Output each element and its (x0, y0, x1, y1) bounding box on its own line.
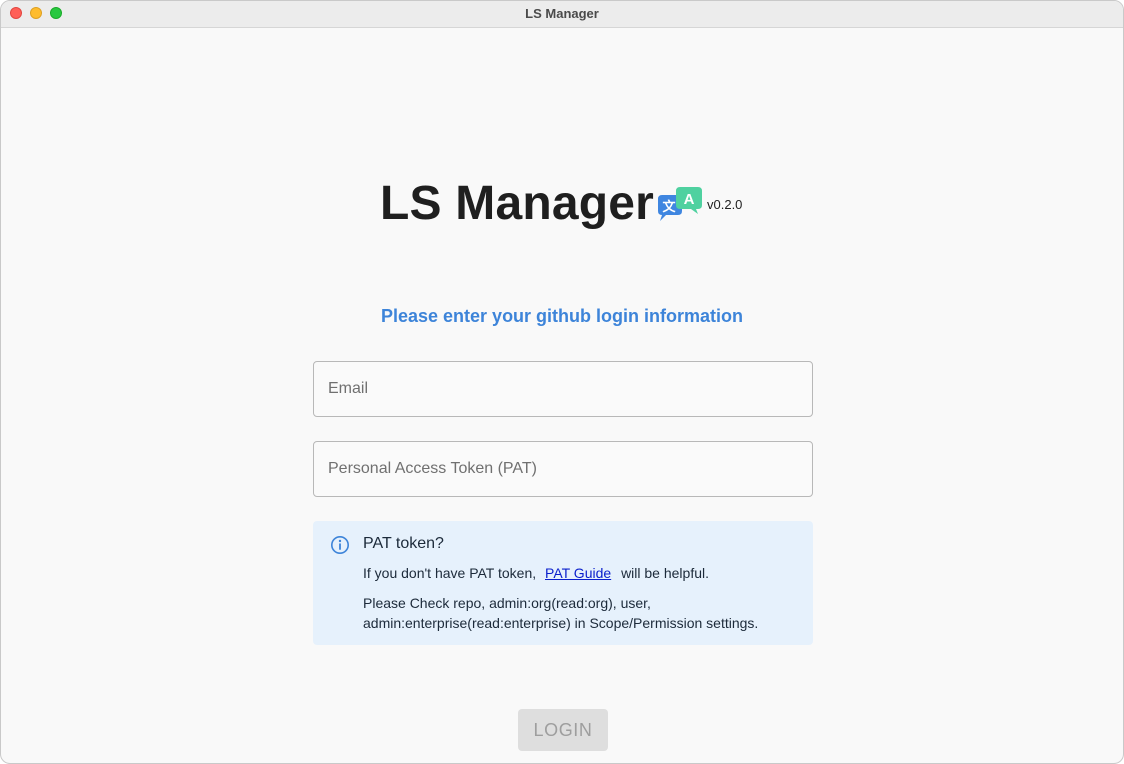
pat-info-alert: PAT token? If you don't have PAT token, … (313, 521, 813, 645)
login-button[interactable]: LOGIN (518, 709, 608, 751)
translate-icon: A 文 (658, 187, 702, 221)
email-field[interactable] (313, 361, 813, 417)
info-guide-suffix: will be helpful. (621, 565, 709, 581)
app-title: LS Manager (380, 177, 655, 230)
title-bar: LS Manager (1, 1, 1123, 28)
info-guide-text: If you don't have PAT token, PAT Guide w… (363, 565, 709, 581)
email-input[interactable] (314, 362, 812, 416)
window-title: LS Manager (525, 6, 599, 21)
info-icon (331, 536, 349, 554)
pat-field[interactable] (313, 441, 813, 497)
svg-text:A: A (684, 191, 695, 208)
pat-input[interactable] (314, 442, 812, 496)
info-guide-prefix: If you don't have PAT token, (363, 565, 537, 581)
pat-guide-link[interactable]: PAT Guide (545, 565, 611, 581)
app-window: LS Manager LS Manager A 文 v0.2.0 Please … (0, 0, 1124, 764)
info-title: PAT token? (363, 535, 444, 552)
svg-text:文: 文 (662, 199, 676, 215)
info-scope-text: Please Check repo, admin:org(read:org), … (363, 595, 759, 631)
login-page: LS Manager A 文 v0.2.0 Please enter your … (1, 28, 1123, 763)
login-subtitle: Please enter your github login informati… (380, 306, 744, 326)
version-label: v0.2.0 (707, 197, 743, 212)
